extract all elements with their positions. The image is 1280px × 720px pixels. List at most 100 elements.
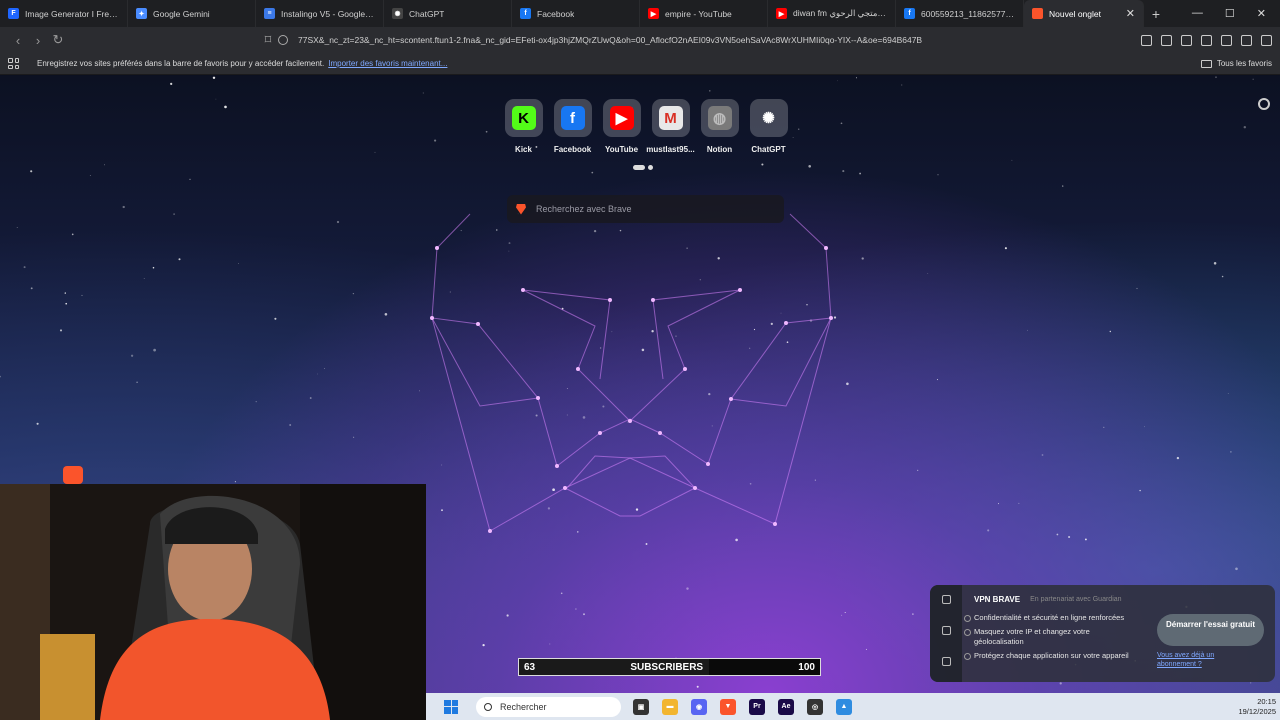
extensions-icon[interactable] [1141,34,1152,46]
browser-tab[interactable]: ≡ Instalingo V5 - Google Do [256,0,384,27]
vpn-title-row: VPN BRAVE En partenariat avec Guardian [974,595,1122,604]
brave-logo-icon [63,466,83,484]
new-tab-button[interactable]: + [1144,6,1168,22]
pagination-dots[interactable] [633,165,653,170]
kick-icon: K [511,106,536,130]
close-window-button[interactable]: ✕ [1257,7,1266,20]
browser-tab[interactable]: ✦ Google Gemini [128,0,256,27]
top-site-kick[interactable]: K Kick [504,99,543,154]
top-site-tile[interactable]: ✺ [749,99,788,137]
bookmarks-message: Enregistrez vos sites préférés dans la b… [37,59,325,68]
pagination-dot[interactable] [648,165,653,170]
wallet-icon[interactable] [1201,34,1212,46]
google-docs-icon: ≡ [264,8,275,19]
minimize-button[interactable]: — [1192,7,1203,20]
search-box[interactable]: Recherchez avec Brave [507,195,784,223]
menu-icon[interactable] [1261,34,1272,46]
top-site-chatgpt[interactable]: ✺ ChatGPT [749,99,788,154]
tab-search-icon[interactable] [1161,34,1172,46]
browser-tab[interactable]: ▶ diwan fm متجي الرحوي - Y [768,0,896,27]
subscriber-count: 63 [524,661,536,673]
apps-grid-icon[interactable] [8,58,19,69]
folder-icon [1200,59,1212,68]
top-site-youtube[interactable]: ▶ YouTube [602,99,641,154]
windows-start-icon[interactable] [444,699,458,714]
sidebar-icon[interactable] [1181,34,1192,46]
bookmarks-bar: Enregistrez vos sites préférés dans la b… [0,53,1280,75]
clock-date: 19/12/2025 [1238,706,1276,716]
top-site-mustlast95-[interactable]: Mmustlast95... [646,99,695,154]
leo-ai-icon[interactable] [1221,34,1232,46]
all-favorites-button[interactable]: Tous les favoris [1200,59,1272,68]
close-tab-icon[interactable]: ✕ [1126,7,1135,20]
bookmark-icon[interactable]: ⌑ [258,32,278,48]
tab-label: Google Gemini [153,8,210,19]
reload-button[interactable]: ↻ [48,32,68,48]
search-placeholder: Recherchez avec Brave [536,204,632,214]
top-site-tile[interactable]: f [553,99,592,137]
vpn-feature: Masquez votre IP et changez votre géoloc… [964,627,1134,647]
youtube-icon: ▶ [776,8,787,19]
browser-tab[interactable]: ▶ empire - YouTube [640,0,768,27]
top-site-tile[interactable]: M [651,99,690,137]
premiere-pro-icon[interactable]: Pr [749,698,765,715]
pagination-dot-active[interactable] [633,165,645,170]
top-site-tile[interactable]: ▶ [602,99,641,137]
browser-tab[interactable]: F Image Generator I Freepik [0,0,128,27]
subscriber-goal: 100 [798,661,815,673]
settings-gear-icon[interactable] [1258,98,1270,110]
top-site-label: ChatGPT [751,145,786,154]
tab-label: ChatGPT [409,8,445,19]
gemini-icon: ✦ [136,8,147,19]
address-field[interactable]: 77SX&_nc_zt=23&_nc_ht=scontent.ftun1-2.f… [278,35,998,45]
top-site-label: YouTube [604,145,639,154]
camera-icon[interactable] [941,657,951,666]
folder-icon[interactable]: ▬ [662,698,678,715]
brave-shields-icon[interactable] [1241,34,1252,46]
top-site-label: Facebook [553,145,592,154]
shield-icon[interactable] [941,595,951,604]
forward-button[interactable]: › [28,33,48,48]
top-site-label: Notion [706,145,733,154]
tab-label: Facebook [537,8,575,19]
top-site-facebook[interactable]: f Facebook [553,99,592,154]
davinci-resolve-icon[interactable]: ◎ [807,698,823,715]
facebook-icon: f [520,8,531,19]
brave-icon[interactable]: ▼ [720,698,736,715]
warning-icon[interactable] [941,626,951,635]
maximize-button[interactable]: ☐ [1225,7,1235,20]
vpn-promo-card: VPN BRAVE En partenariat avec Guardian C… [930,585,1275,682]
all-favorites-label: Tous les favoris [1216,59,1272,68]
toolbar-actions [1141,34,1272,46]
discord-icon[interactable]: ◉ [691,698,707,715]
top-site-tile[interactable]: ◍ [700,99,739,137]
existing-subscription-link[interactable]: Vous avez déjà un abonnement ? [1157,651,1237,669]
vpn-feature: Protégez chaque application sur votre ap… [964,651,1134,661]
search-icon [484,702,492,711]
site-info-icon[interactable] [278,35,288,45]
browser-tab[interactable]: f 600559213_11862577670 [896,0,1024,27]
gmail-icon: M [658,106,683,130]
webcam-overlay [0,484,426,720]
back-button[interactable]: ‹ [8,33,28,48]
system-clock[interactable]: 20:15 19/12/2025 [1238,697,1280,717]
taskbar-search[interactable]: Rechercher [476,696,621,717]
file-explorer-icon[interactable]: ▣ [633,698,649,715]
import-bookmarks-link[interactable]: Importer des favoris maintenant... [328,59,447,68]
tab-label: empire - YouTube [665,8,732,19]
window-controls: — ☐ ✕ [1192,7,1280,20]
browser-tab[interactable]: ✺ ChatGPT [384,0,512,27]
start-trial-button[interactable]: Démarrer l'essai gratuit [1157,614,1264,646]
facebook-icon: f [560,106,585,130]
tab-label: Image Generator I Freepik [25,8,119,19]
top-site-tile[interactable]: K [504,99,543,137]
youtube-icon: ▶ [648,8,659,19]
tab-label: diwan fm متجي الرحوي - Y [793,8,887,18]
browser-tab-active[interactable]: Nouvel onglet ✕ [1024,0,1144,27]
after-effects-icon[interactable]: Ae [778,698,794,715]
tab-label: Nouvel onglet [1049,8,1101,19]
photos-icon[interactable]: ▲ [836,698,852,715]
browser-tab[interactable]: f Facebook [512,0,640,27]
subscriber-goal-bar: 63 SUBSCRIBERS 100 [518,658,821,676]
top-site-notion[interactable]: ◍ Notion [700,99,739,154]
